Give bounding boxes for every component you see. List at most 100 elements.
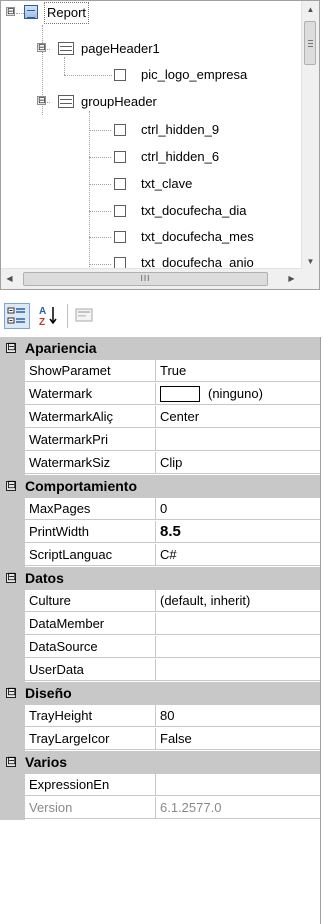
property-value[interactable] [156, 613, 320, 635]
property-name[interactable]: WatermarkSiz [25, 452, 156, 474]
tree-node-label: txt_docufecha_dia [141, 203, 247, 218]
property-name[interactable]: PrintWidth [25, 521, 156, 543]
property-row[interactable]: ExpressionEn [0, 774, 320, 797]
tree-node-label: pic_logo_empresa [141, 67, 248, 82]
collapse-icon[interactable]: ⊟ [6, 687, 16, 698]
property-row[interactable]: MaxPages 0 [0, 498, 320, 521]
property-name[interactable]: TrayLargeIcor [25, 728, 156, 750]
alphabetical-button[interactable]: A Z [36, 303, 62, 329]
property-value[interactable] [156, 429, 320, 451]
property-value[interactable]: 0 [156, 498, 320, 520]
property-value[interactable]: (default, inherit) [156, 590, 320, 612]
tree-node-txt-docufecha-dia[interactable]: txt_docufecha_dia [1, 199, 301, 223]
property-row[interactable]: ShowParamet True [0, 360, 320, 383]
property-value[interactable] [156, 659, 320, 681]
collapse-icon[interactable]: ⊟ [6, 572, 16, 583]
row-margin [0, 636, 25, 659]
tree-node-ctrl-hidden-6[interactable]: ctrl_hidden_6 [1, 145, 301, 169]
property-row[interactable]: WatermarkSiz Clip [0, 452, 320, 475]
property-value[interactable]: Center [156, 406, 320, 428]
svg-text:Z: Z [39, 317, 45, 327]
property-name[interactable]: DataSource [25, 636, 156, 658]
category-label: Apariencia [25, 340, 97, 356]
category-varios[interactable]: ⊟ Varios [0, 751, 320, 774]
category-diseno[interactable]: ⊟ Diseño [0, 682, 320, 705]
tree-node-label: groupHeader [81, 94, 157, 109]
property-value[interactable]: Clip [156, 452, 320, 474]
category-datos[interactable]: ⊟ Datos [0, 567, 320, 590]
property-name[interactable]: ExpressionEn [25, 774, 156, 796]
property-row[interactable]: WatermarkAliç Center [0, 406, 320, 429]
category-label: Varios [25, 754, 68, 770]
collapse-icon[interactable]: ⊟ [6, 480, 16, 491]
tree-node-txt-docufecha-mes[interactable]: txt_docufecha_mes [1, 225, 301, 249]
property-value[interactable]: 8.5 [156, 521, 320, 543]
tree-node-report[interactable]: ⊟ Report [1, 1, 301, 25]
row-margin [0, 452, 25, 475]
property-name[interactable]: TrayHeight [25, 705, 156, 727]
property-value[interactable] [156, 774, 320, 796]
property-name[interactable]: UserData [25, 659, 156, 681]
row-margin [0, 429, 25, 452]
tree-node-label: ctrl_hidden_6 [141, 149, 220, 164]
property-name[interactable]: Watermark [25, 383, 156, 405]
scroll-down-icon[interactable]: ▼ [302, 253, 319, 270]
tree-node-label: ctrl_hidden_9 [141, 122, 220, 137]
row-margin [0, 360, 25, 383]
tree-vertical-scrollbar[interactable]: ▲ ▼ [301, 1, 319, 270]
property-value[interactable] [156, 636, 320, 658]
property-value[interactable]: (ninguno) [156, 383, 320, 405]
property-row[interactable]: TrayLargeIcor False [0, 728, 320, 751]
property-value[interactable]: 80 [156, 705, 320, 727]
category-apariencia[interactable]: ⊟ Apariencia [0, 337, 320, 360]
row-margin [0, 498, 25, 521]
property-row-readonly[interactable]: Version 6.1.2577.0 [0, 797, 320, 820]
category-comportamiento[interactable]: ⊟ Comportamiento [0, 475, 320, 498]
tree-node-groupheader[interactable]: ⊟ groupHeader [1, 90, 301, 114]
tree-horizontal-scrollbar[interactable]: ◀ III ▶ [1, 268, 303, 289]
property-name[interactable]: Culture [25, 590, 156, 612]
property-row[interactable]: UserData [0, 659, 320, 682]
section-icon [58, 95, 74, 108]
tree-node-pic-logo-empresa[interactable]: pic_logo_empresa [1, 63, 301, 87]
property-name[interactable]: ScriptLanguac [25, 544, 156, 566]
tree-node-ctrl-hidden-9[interactable]: ctrl_hidden_9 [1, 118, 301, 142]
categorized-button[interactable] [4, 303, 30, 329]
collapse-icon[interactable]: ⊟ [6, 7, 15, 16]
property-row[interactable]: PrintWidth 8.5 [0, 521, 320, 544]
collapse-icon[interactable]: ⊟ [6, 756, 16, 767]
property-row[interactable]: ScriptLanguac C# [0, 544, 320, 567]
property-row[interactable]: WatermarkPri [0, 429, 320, 452]
row-margin [0, 728, 25, 751]
collapse-icon[interactable]: ⊟ [37, 43, 46, 52]
collapse-icon[interactable]: ⊟ [6, 342, 16, 353]
property-name[interactable]: WatermarkPri [25, 429, 156, 451]
property-row[interactable]: TrayHeight 80 [0, 705, 320, 728]
property-row[interactable]: Culture (default, inherit) [0, 590, 320, 613]
report-tree[interactable]: ⊟ Report ⊟ pageHeader1 pic_logo_empresa … [0, 0, 320, 290]
scrollbar-corner [302, 269, 319, 289]
property-name[interactable]: Version [25, 797, 156, 819]
property-name[interactable]: MaxPages [25, 498, 156, 520]
tree-node-txt-clave[interactable]: txt_clave [1, 172, 301, 196]
property-name[interactable]: ShowParamet [25, 360, 156, 382]
property-row[interactable]: DataMember [0, 613, 320, 636]
property-name[interactable]: WatermarkAliç [25, 406, 156, 428]
property-name[interactable]: DataMember [25, 613, 156, 635]
scroll-up-icon[interactable]: ▲ [302, 1, 319, 18]
property-value[interactable]: C# [156, 544, 320, 566]
property-pages-icon [75, 308, 93, 322]
property-row[interactable]: DataSource [0, 636, 320, 659]
tree-node-label: txt_clave [141, 176, 193, 191]
scrollbar-thumb[interactable]: III [23, 272, 268, 286]
property-grid-toolbar: A Z [0, 296, 320, 336]
tree-node-pageheader1[interactable]: ⊟ pageHeader1 [1, 37, 301, 61]
scroll-left-icon[interactable]: ◀ [1, 269, 18, 289]
scroll-right-icon[interactable]: ▶ [283, 269, 300, 289]
property-row[interactable]: Watermark (ninguno) [0, 383, 320, 406]
property-pages-button[interactable] [72, 303, 98, 329]
property-value[interactable]: True [156, 360, 320, 382]
property-value[interactable]: False [156, 728, 320, 750]
scrollbar-thumb[interactable] [304, 21, 316, 65]
collapse-icon[interactable]: ⊟ [37, 96, 46, 105]
